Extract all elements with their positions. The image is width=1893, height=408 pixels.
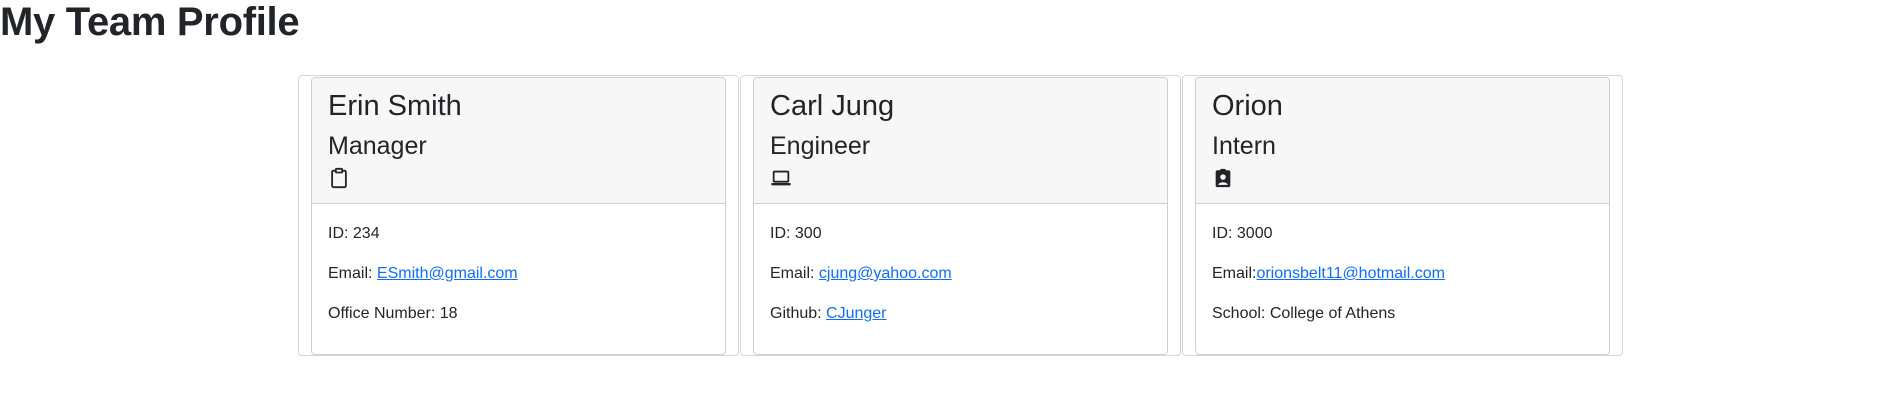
employee-role: Manager bbox=[328, 132, 427, 160]
employee-card-manager: Erin Smith Manager ID: 234 Email: ESmith… bbox=[311, 77, 726, 355]
employee-card-intern: Orion Intern ID: 3000 Email:orionsbelt11… bbox=[1195, 77, 1610, 355]
card-header: Carl Jung Engineer bbox=[754, 78, 1167, 204]
github-link[interactable]: CJunger bbox=[826, 305, 886, 322]
email-link[interactable]: ESmith@gmail.com bbox=[377, 265, 518, 282]
employee-email-line: Email: ESmith@gmail.com bbox=[328, 263, 709, 285]
card-header: Erin Smith Manager bbox=[312, 78, 725, 204]
employee-role: Intern bbox=[1212, 132, 1276, 160]
employee-id: ID: 300 bbox=[770, 225, 822, 242]
github-line: Github: CJunger bbox=[770, 303, 1151, 325]
employee-email-line: Email:orionsbelt11@hotmail.com bbox=[1212, 263, 1593, 285]
email-label: Email: bbox=[1212, 265, 1257, 282]
page-title: My Team Profile bbox=[0, 0, 300, 44]
employee-name: Erin Smith bbox=[328, 90, 462, 122]
employee-role: Engineer bbox=[770, 132, 871, 160]
email-label: Email: bbox=[770, 265, 819, 282]
student-id-icon bbox=[1215, 168, 1231, 188]
laptop-icon bbox=[771, 170, 791, 186]
employee-card-engineer: Carl Jung Engineer ID: 300 Email: cjung@… bbox=[753, 77, 1168, 355]
card-body: ID: 3000 Email:orionsbelt11@hotmail.com … bbox=[1196, 204, 1609, 325]
clipboard-icon bbox=[331, 167, 347, 189]
card-body: ID: 300 Email: cjung@yahoo.com Github: C… bbox=[754, 204, 1167, 325]
school-line: School: College of Athens bbox=[1212, 305, 1396, 322]
employee-name: Orion bbox=[1212, 90, 1283, 122]
card-body: ID: 234 Email: ESmith@gmail.com Office N… bbox=[312, 204, 725, 325]
card-header: Orion Intern bbox=[1196, 78, 1609, 204]
employee-name: Carl Jung bbox=[770, 90, 895, 122]
office-number: Office Number: 18 bbox=[328, 305, 458, 322]
team-member-column: Erin Smith Manager ID: 234 Email: ESmith… bbox=[298, 75, 739, 356]
team-member-column: Orion Intern ID: 3000 Email:orionsbelt11… bbox=[1182, 75, 1623, 356]
employee-id: ID: 3000 bbox=[1212, 225, 1273, 242]
team-member-column: Carl Jung Engineer ID: 300 Email: cjung@… bbox=[740, 75, 1181, 356]
team-card-row: Erin Smith Manager ID: 234 Email: ESmith… bbox=[298, 75, 1623, 356]
github-label: Github: bbox=[770, 305, 827, 322]
email-label: Email: bbox=[328, 265, 377, 282]
employee-email-line: Email: cjung@yahoo.com bbox=[770, 263, 1151, 285]
email-link[interactable]: orionsbelt11@hotmail.com bbox=[1256, 265, 1444, 282]
email-link[interactable]: cjung@yahoo.com bbox=[819, 265, 952, 282]
employee-id: ID: 234 bbox=[328, 225, 380, 242]
